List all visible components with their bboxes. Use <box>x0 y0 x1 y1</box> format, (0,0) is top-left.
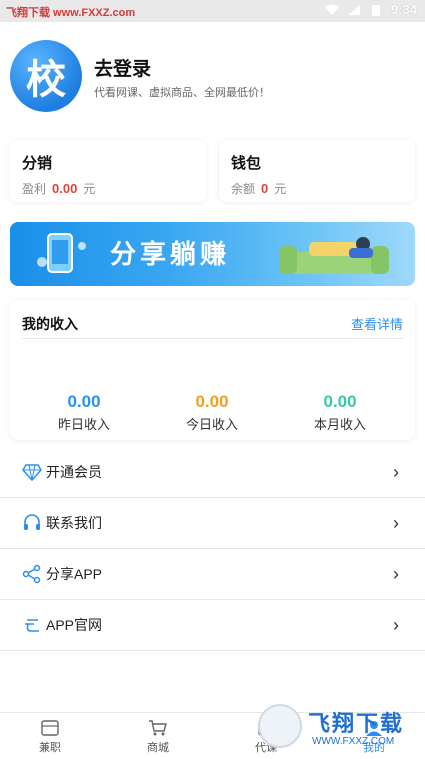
phone-illustration <box>37 233 86 273</box>
tab-label: 兼职 <box>39 742 61 754</box>
profit-value: 0.00 <box>52 181 78 196</box>
menu-label: 联系我们 <box>46 515 102 531</box>
clock: 9:34 <box>390 2 417 17</box>
profit-label: 盈利 <box>22 182 47 196</box>
menu-label: 开通会员 <box>46 464 102 480</box>
balance-value: 0 <box>261 181 269 196</box>
menu-item-vip[interactable]: 开通会员 › <box>0 447 425 498</box>
signal-icon <box>347 4 360 15</box>
chevron-right-icon: › <box>393 614 399 635</box>
view-details-link[interactable]: 查看详情 <box>351 314 403 333</box>
stat-today: 0.00 今日收入 <box>152 392 272 433</box>
chevron-right-icon: › <box>393 563 399 584</box>
menu-item-share[interactable]: 分享APP › <box>0 549 425 600</box>
watermark-overlay: 飞翔下载 WWW.FXXZ.COM <box>258 704 418 754</box>
menu-item-contact[interactable]: 联系我们 › <box>0 498 425 549</box>
profile-subtitle: 代看网课、虚拟商品、全网最低价！ <box>94 87 270 99</box>
watermark-text: 飞翔下载 <box>308 711 405 736</box>
chevron-right-icon: › <box>393 461 399 482</box>
distribution-title: 分销 <box>22 155 53 172</box>
wifi-icon <box>324 4 339 15</box>
stat-yesterday: 0.00 昨日收入 <box>24 392 144 433</box>
battery-icon <box>371 4 380 16</box>
menu-label: APP官网 <box>46 617 103 633</box>
chevron-right-icon: › <box>393 512 399 533</box>
menu-item-website[interactable]: APP官网 › <box>0 600 425 651</box>
cart-icon <box>149 720 167 736</box>
stat-label: 今日收入 <box>185 417 238 432</box>
balance-label: 余额 <box>231 182 256 196</box>
tab-mall[interactable]: 商城 <box>128 719 188 755</box>
stat-month: 0.00 本月收入 <box>280 392 400 433</box>
status-bar: 飞翔下载 www.FXXZ.com 9:34 <box>0 0 425 22</box>
profile-header[interactable]: 校 去登录 代看网课、虚拟商品、全网最低价！ <box>10 40 415 120</box>
wallet-card[interactable]: 钱包 余额 0 元 <box>219 140 415 202</box>
sofa-illustration <box>279 237 389 274</box>
headset-icon <box>24 514 40 530</box>
tab-parttime[interactable]: 兼职 <box>20 719 80 755</box>
tab-label: 商城 <box>147 742 169 754</box>
watermark-logo <box>258 704 302 748</box>
balance-unit: 元 <box>274 182 287 196</box>
stat-label: 昨日收入 <box>57 417 110 432</box>
menu-label: 分享APP <box>46 566 103 582</box>
stat-value: 0.00 <box>195 392 229 411</box>
income-card: 我的收入 查看详情 0.00 昨日收入 0.00 今日收入 0.00 本月收入 <box>10 300 415 440</box>
avatar[interactable]: 校 <box>10 40 82 112</box>
distribution-card[interactable]: 分销 盈利 0.00 元 <box>10 140 206 202</box>
diamond-icon <box>22 464 42 482</box>
stat-value: 0.00 <box>323 392 357 411</box>
wallet-title: 钱包 <box>231 155 262 172</box>
stat-value: 0.00 <box>67 392 101 411</box>
parttime-icon <box>41 720 59 736</box>
watermark-url: WWW.FXXZ.COM <box>312 736 395 747</box>
divider <box>22 338 403 339</box>
banner-text: 分享躺赚 <box>110 239 231 269</box>
income-title: 我的收入 <box>22 316 78 332</box>
login-link[interactable]: 去登录 <box>94 54 151 81</box>
share-banner[interactable]: 分享躺赚 <box>10 222 415 286</box>
profit-unit: 元 <box>83 182 96 196</box>
stat-label: 本月收入 <box>313 417 366 432</box>
menu-list: 开通会员 › 联系我们 › 分享APP › APP官网 › <box>0 447 425 651</box>
website-icon <box>25 619 39 632</box>
watermark-text: 飞翔下载 www.FXXZ.com <box>6 7 136 19</box>
share-icon <box>22 564 41 584</box>
